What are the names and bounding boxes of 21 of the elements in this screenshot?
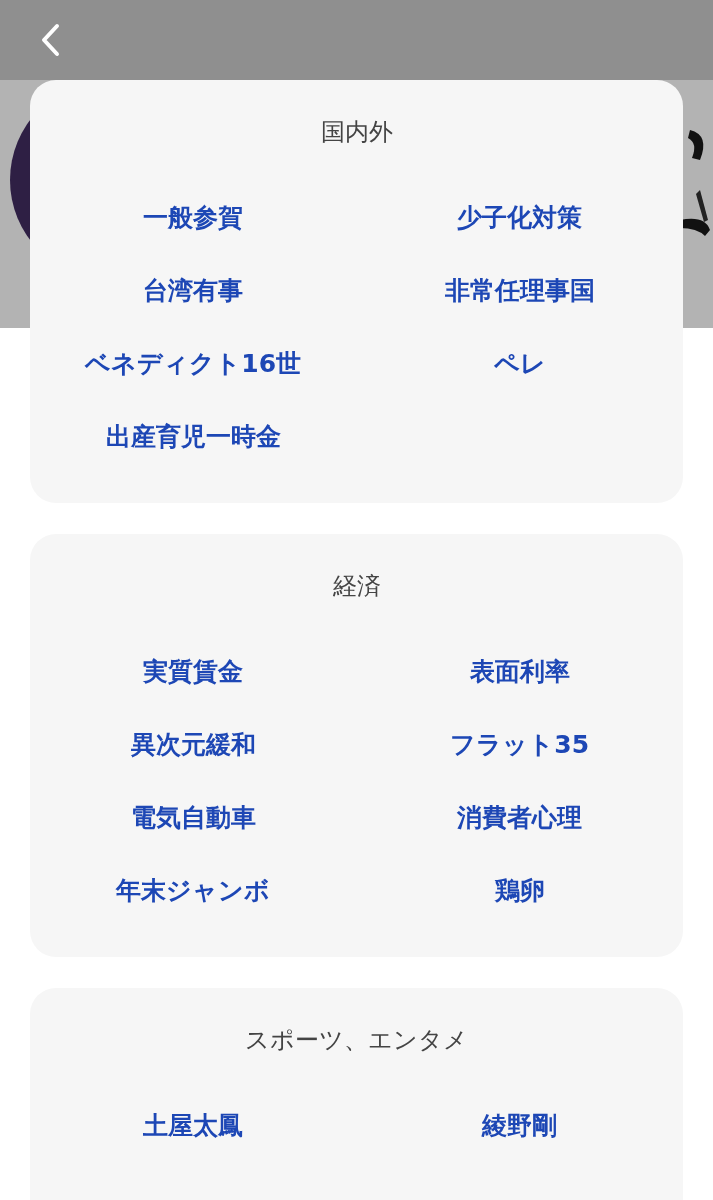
keyword-link[interactable]: 鶏卵 [494,874,545,907]
keyword-link[interactable]: 綾野剛 [482,1109,558,1142]
keyword-link[interactable]: 非常任理事国 [444,274,595,307]
category-title: スポーツ、エンタメ [244,1025,469,1056]
keyword-link[interactable]: 電気自動車 [130,801,256,834]
keyword-link[interactable]: フラット35 [450,728,590,761]
keyword-link[interactable]: 台湾有事 [143,274,244,307]
keyword-link[interactable]: 実質賃金 [143,655,244,688]
keyword-link[interactable]: 異次元緩和 [130,728,256,761]
keyword-link[interactable]: 一般参賀 [143,201,244,234]
keyword-link[interactable]: 出産育児一時金 [105,420,281,453]
keyword-link[interactable]: ベネディクト16世 [85,347,302,380]
keyword-link[interactable]: 年末ジャンボ [116,874,271,907]
category-title: 経済 [331,571,382,602]
keyword-link[interactable]: 少子化対策 [457,201,583,234]
category-title: 国内外 [319,117,394,148]
keyword-link[interactable]: ペレ [493,347,546,380]
keyword-link[interactable]: 土屋太鳳 [143,1109,244,1142]
keyword-link[interactable]: 消費者心理 [457,801,583,834]
keyword-link[interactable]: 表面利率 [469,655,570,688]
back-icon [40,23,60,57]
